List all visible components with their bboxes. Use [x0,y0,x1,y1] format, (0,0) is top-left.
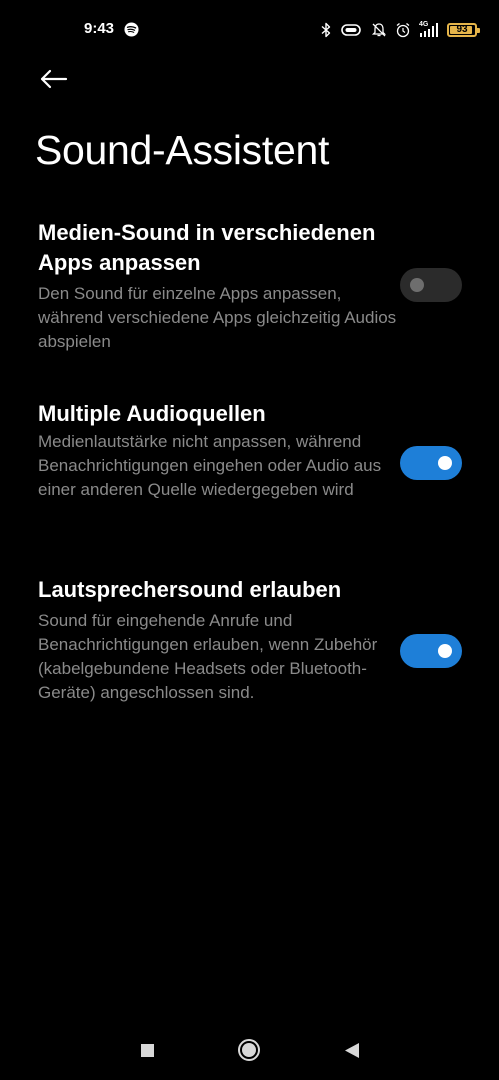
setting-item-multiple-audio-sources[interactable]: Multiple Audioquellen Medienlautstärke n… [0,399,499,534]
vibrate-icon [341,24,361,36]
alarm-clock-icon [396,22,410,38]
setting-description: Medienlautstärke nicht anpassen, während… [38,432,382,499]
home-button[interactable] [229,1030,269,1070]
setting-item-media-sound[interactable]: Medien-Sound in verschiedenen Apps anpas… [0,218,499,358]
back-arrow-icon [40,69,68,89]
battery-icon: 93 [447,23,480,37]
toggle-knob [438,644,452,658]
home-circle-icon [238,1039,260,1061]
toggle-speaker-sound[interactable] [400,634,462,668]
navigation-bar [0,1020,499,1080]
toggle-multiple-audio-sources[interactable] [400,446,462,480]
setting-item-speaker-sound[interactable]: Lautsprechersound erlauben Sound für ein… [0,575,499,735]
alarm-off-icon [371,23,387,37]
status-bar: 9:43 4G 93 [0,0,499,60]
recents-button[interactable] [127,1030,167,1070]
status-time: 9:43 [84,20,115,37]
setting-description: Den Sound für einzelne Apps anpassen, wä… [38,284,397,351]
setting-title: Lautsprechersound erlauben [38,577,342,602]
back-triangle-icon [345,1043,359,1058]
recents-square-icon [141,1044,154,1057]
status-icons: 4G 93 [321,18,480,42]
battery-level: 93 [456,24,468,35]
battery-tip [477,28,480,33]
toggle-knob [410,278,424,292]
signal-icon: 4G [419,21,439,38]
back-button[interactable] [30,58,76,100]
toggle-media-sound[interactable] [400,268,462,302]
nav-back-button[interactable] [332,1030,372,1070]
toggle-knob [438,456,452,470]
page-title: Sound-Assistent [35,127,330,173]
setting-title: Medien-Sound in verschiedenen Apps anpas… [38,220,376,275]
setting-title: Multiple Audioquellen [38,401,266,426]
bluetooth-icon [321,22,331,38]
screen: 9:43 4G 93 Sound-Assistent Medien-Sound … [0,0,499,1080]
setting-description: Sound für eingehende Anrufe und Benachri… [38,611,378,702]
spotify-icon [124,22,139,37]
